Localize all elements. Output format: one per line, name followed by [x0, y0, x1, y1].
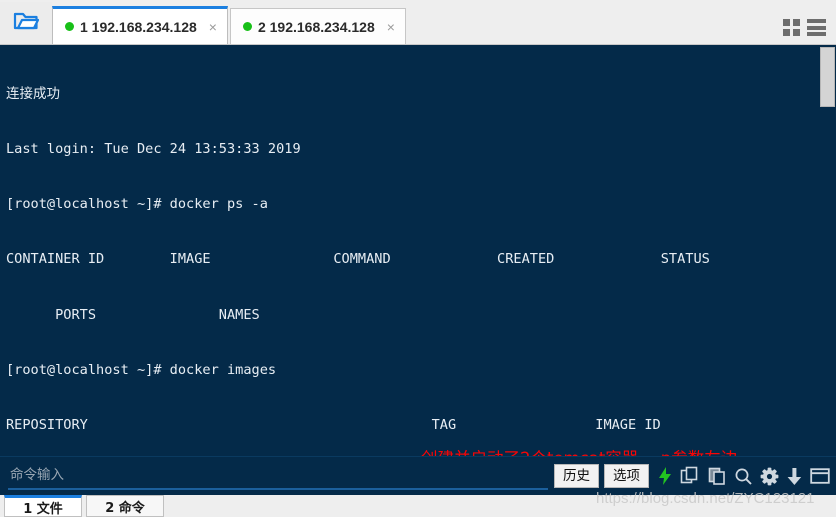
terminal-panel[interactable]: 连接成功 Last login: Tue Dec 24 13:53:33 201…	[0, 45, 836, 456]
history-button[interactable]: 历史	[554, 464, 599, 488]
lightning-icon[interactable]	[657, 466, 673, 486]
tab-bar-empty-space	[408, 0, 783, 44]
terminal-line: REPOSITORY TAG IMAGE ID	[6, 417, 661, 434]
tab-bar: 1 192.168.234.128 × 2 192.168.234.128 ×	[0, 0, 836, 45]
session-tab-label: 1 192.168.234.128	[80, 18, 197, 35]
close-icon[interactable]: ×	[207, 20, 219, 34]
open-folder-icon	[13, 10, 40, 37]
session-tab-2[interactable]: 2 192.168.234.128 ×	[229, 8, 406, 44]
connection-status-dot	[242, 22, 252, 31]
options-button[interactable]: 选项	[604, 464, 649, 488]
paste-icon[interactable]	[707, 466, 727, 486]
bottom-tab-files[interactable]: 1 文件	[4, 495, 82, 517]
command-bar-icons	[654, 466, 836, 486]
command-input[interactable]	[8, 462, 548, 490]
terminal-output[interactable]: 连接成功 Last login: Tue Dec 24 13:53:33 201…	[0, 45, 836, 456]
copy-icon[interactable]	[680, 466, 700, 486]
terminal-line: [root@localhost ~]# docker images	[6, 361, 277, 378]
tab-bar-view-controls	[783, 19, 836, 44]
close-icon[interactable]: ×	[385, 20, 397, 34]
terminal-line: CONTAINER ID IMAGE COMMAND CREATED STATU…	[6, 251, 710, 268]
window-icon[interactable]	[810, 467, 830, 485]
terminal-scrollbar-thumb[interactable]	[820, 47, 835, 107]
connection-status-dot	[65, 22, 74, 31]
terminal-scrollbar[interactable]	[820, 45, 836, 456]
terminal-line: [root@localhost ~]# docker ps -a	[6, 196, 268, 213]
red-annotation-text: 创建并启动了2个tomcat容器，-p参数左边 为宿主机ip，右边为容器ip	[421, 447, 737, 456]
download-icon[interactable]	[786, 467, 803, 486]
terminal-line: PORTS NAMES	[6, 306, 260, 323]
terminal-line: Last login: Tue Dec 24 13:53:33 2019	[6, 141, 301, 158]
list-view-icon[interactable]	[807, 19, 826, 36]
command-bar: 历史 选项	[0, 456, 836, 495]
session-tab-1[interactable]: 1 192.168.234.128 ×	[52, 6, 228, 44]
open-folder-button[interactable]	[0, 2, 52, 44]
ssh-client-window: 1 192.168.234.128 × 2 192.168.234.128 × …	[0, 0, 836, 517]
session-tab-label: 2 192.168.234.128	[257, 18, 375, 35]
search-icon[interactable]	[734, 467, 753, 486]
terminal-line: 连接成功	[6, 85, 60, 102]
gear-icon[interactable]	[760, 467, 779, 486]
bottom-tab-bar: 1 文件 2 命令	[0, 495, 836, 517]
bottom-tab-commands[interactable]: 2 命令	[86, 495, 164, 517]
grid-view-icon[interactable]	[783, 19, 800, 36]
